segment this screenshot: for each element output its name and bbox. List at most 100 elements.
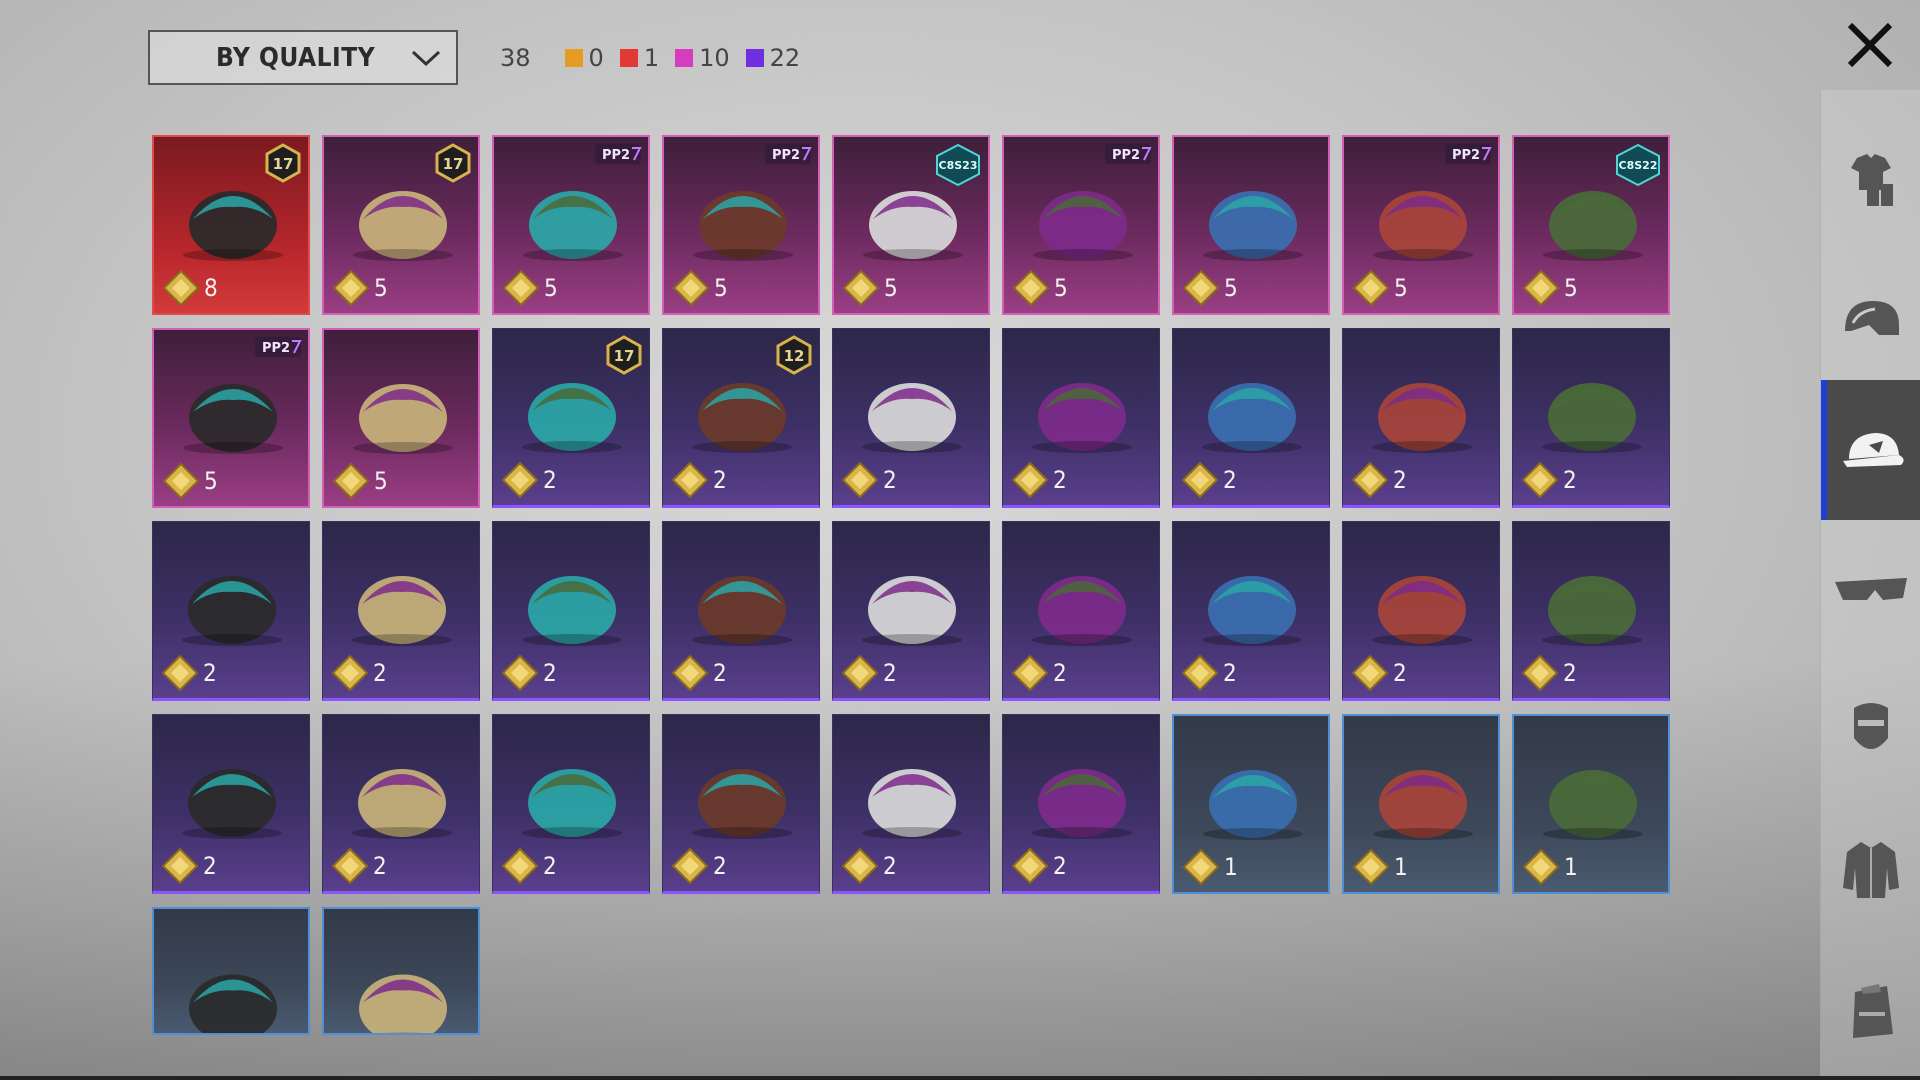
item-price-value: 5 — [374, 467, 388, 495]
item-card-blue-dragon-spirit[interactable]: 5 — [322, 328, 480, 508]
coin-icon — [332, 269, 370, 307]
item-card-beige-red-baseball-cap[interactable]: 1 — [1512, 714, 1670, 894]
item-card-straw-hat-scarecrow[interactable]: 2 — [152, 521, 310, 701]
item-price-value: 2 — [883, 659, 897, 687]
bottom-edge — [0, 1076, 1920, 1080]
item-price-value: 2 — [543, 466, 557, 494]
item-card-flower-crown[interactable]: 2 — [1002, 521, 1160, 701]
item-card-teal-beret[interactable]: 1 — [1172, 714, 1330, 894]
close-button[interactable] — [1840, 15, 1900, 75]
item-card-black-luchador-mask[interactable]: 2 — [322, 521, 480, 701]
item-card-alpaca-mask[interactable]: PP2 5 — [1342, 135, 1500, 315]
count-rare: 22 — [745, 44, 800, 72]
coin-icon — [671, 654, 709, 692]
item-badge: C8S23 — [934, 143, 982, 191]
item-card-red-hair-masked[interactable]: 17 2 — [492, 328, 650, 508]
item-badge: 12 — [775, 335, 813, 379]
item-price: 5 — [332, 462, 388, 500]
item-price: 5 — [672, 269, 728, 307]
item-card-black-bowler-hat[interactable]: 2 — [662, 521, 820, 701]
tab-outfit[interactable] — [1821, 110, 1920, 250]
item-card-red-hair-goggles[interactable]: 2 — [832, 328, 990, 508]
coin-icon — [161, 847, 199, 885]
item-card-aviator-cap[interactable]: 2 — [1002, 714, 1160, 894]
coin-icon — [1351, 654, 1389, 692]
item-card-pudding-hat[interactable]: 2 — [1172, 521, 1330, 701]
level-badge-icon: 12 — [776, 335, 812, 375]
item-card-purple-blue-hair[interactable]: C8S22 5 — [1512, 135, 1670, 315]
item-card-panda-head[interactable]: PP2 5 — [152, 328, 310, 508]
swatch-orange — [564, 49, 583, 67]
item-price-value: 2 — [1563, 659, 1577, 687]
item-card-blue-trucker-cap[interactable]: 2 — [322, 714, 480, 894]
item-card-black-gold-cap[interactable]: 2 — [152, 714, 310, 894]
item-card-bunny-ear-helmet[interactable]: 12 2 — [662, 328, 820, 508]
tab-mask[interactable] — [1821, 660, 1920, 800]
item-card-grey-flat-cap[interactable]: 1 — [1342, 714, 1500, 894]
item-card-white-turban[interactable]: 2 — [1512, 328, 1670, 508]
item-badge: PP2 — [1104, 143, 1152, 169]
item-card-red-beret[interactable]: 2 — [492, 521, 650, 701]
item-price: 2 — [671, 461, 727, 499]
item-price-value: 2 — [203, 659, 217, 687]
item-card-camo-headset-cap[interactable] — [322, 907, 480, 1035]
item-card-purple-crown-hair[interactable]: 5 — [1172, 135, 1330, 315]
tab-helmet[interactable] — [1821, 250, 1920, 390]
item-card-brown-long-hair[interactable]: 2 — [1342, 328, 1500, 508]
item-card-navy-garrison-cap[interactable]: 2 — [1512, 521, 1670, 701]
item-price-value: 2 — [1223, 659, 1237, 687]
tab-eyewear[interactable] — [1821, 520, 1920, 660]
svg-text:C8S22: C8S22 — [1619, 159, 1658, 172]
item-badge: PP2 — [254, 336, 302, 362]
level-badge-icon: 17 — [265, 143, 301, 183]
coin-icon — [1182, 269, 1220, 307]
item-card-dragon-skull-helm[interactable]: 17 8 — [152, 135, 310, 315]
item-price-value: 2 — [1393, 466, 1407, 494]
item-card-maroon-fedora[interactable]: 2 — [492, 714, 650, 894]
item-price-value: 1 — [1394, 853, 1408, 881]
coin-icon — [1181, 654, 1219, 692]
item-badge: 17 — [434, 143, 472, 187]
item-price-value: 2 — [203, 852, 217, 880]
item-price: 2 — [1181, 461, 1237, 499]
swatch-purple — [745, 49, 764, 67]
coin-icon — [331, 847, 369, 885]
cap-icon — [1843, 433, 1904, 467]
item-badge: PP2 — [764, 143, 812, 169]
tab-backpack[interactable] — [1821, 940, 1920, 1080]
item-badge: 17 — [264, 143, 302, 187]
coin-icon — [1522, 269, 1560, 307]
coin-icon — [501, 847, 539, 885]
item-card-checkered-bandana[interactable]: 2 — [662, 714, 820, 894]
tab-jacket[interactable] — [1821, 800, 1920, 940]
item-price-value: 2 — [373, 659, 387, 687]
sort-dropdown[interactable]: BY QUALITY — [148, 30, 458, 85]
mask-icon — [1854, 703, 1888, 749]
item-card-cat-ear-headphones[interactable]: C8S23 5 — [832, 135, 990, 315]
item-badge: PP2 — [594, 143, 642, 169]
item-card-beige-blue-baseball-cap[interactable] — [152, 907, 310, 1035]
item-card-green-black-cap[interactable]: 2 — [1172, 328, 1330, 508]
item-card-patterned-cap-goggles[interactable]: PP2 5 — [1002, 135, 1160, 315]
item-card-head-mirror[interactable]: 2 — [1342, 521, 1500, 701]
item-card-black-ponytail-hair[interactable]: PP2 5 — [492, 135, 650, 315]
item-art — [189, 974, 277, 1033]
item-card-teal-cap-blonde-hair[interactable]: 17 5 — [322, 135, 480, 315]
tab-headwear[interactable] — [1821, 380, 1920, 520]
item-price: 2 — [841, 654, 897, 692]
coin-icon — [331, 654, 369, 692]
item-price: 2 — [1351, 461, 1407, 499]
item-card-black-bun-hair[interactable]: PP2 5 — [662, 135, 820, 315]
item-card-navy-beanie[interactable]: 2 — [1002, 328, 1160, 508]
count-legendary: 0 — [564, 44, 604, 72]
coin-icon — [671, 461, 709, 499]
item-price: 2 — [841, 461, 897, 499]
coin-icon — [501, 461, 539, 499]
coin-icon — [1181, 461, 1219, 499]
item-card-black-bucket-hat[interactable]: 2 — [832, 714, 990, 894]
chevron-down-icon — [411, 50, 441, 66]
item-card-shark-head[interactable]: 2 — [832, 521, 990, 701]
swatch-red — [619, 49, 638, 67]
coin-icon — [1182, 848, 1220, 886]
total-count: 38 — [500, 44, 531, 72]
